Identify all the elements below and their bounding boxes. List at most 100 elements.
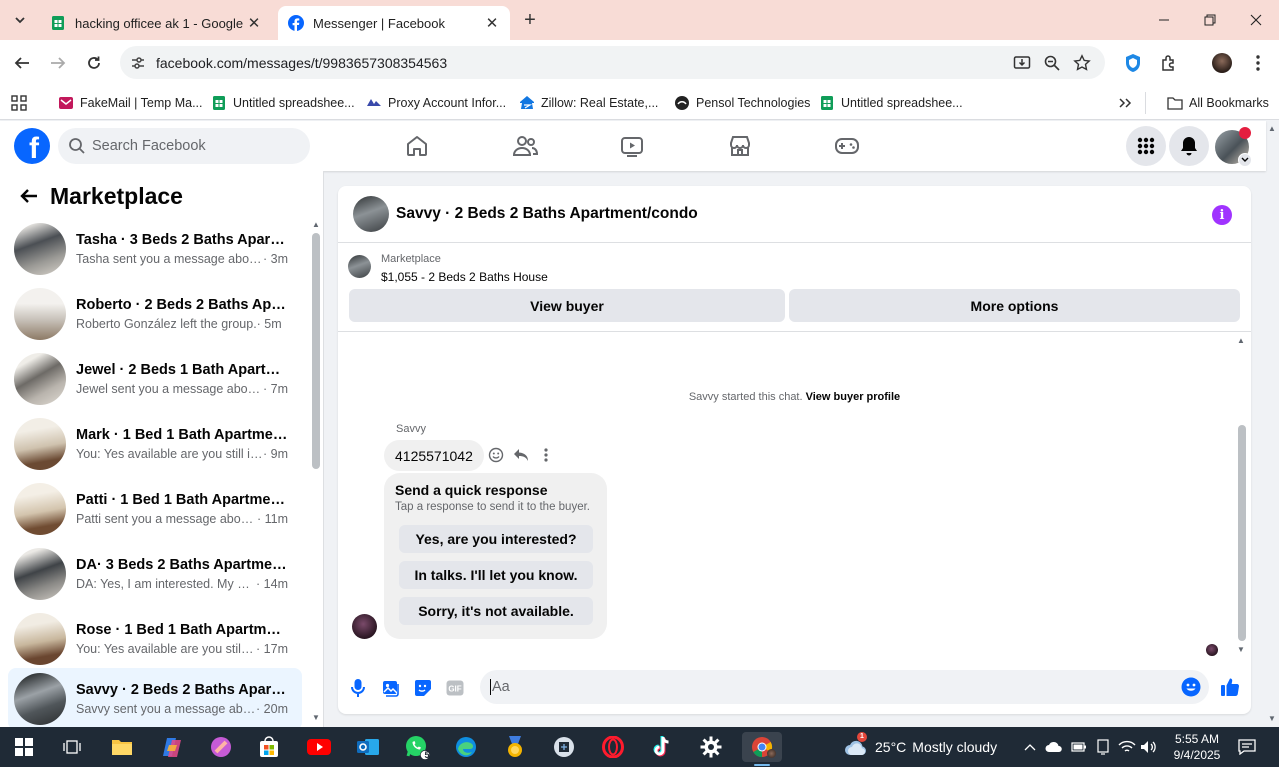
chat-item-patti[interactable]: Patti · 1 Bed 1 Bath Apartment/c... Patt…: [8, 478, 302, 540]
page-scroll-down-arrow[interactable]: ▼: [1268, 714, 1276, 723]
nav-video[interactable]: [608, 129, 656, 163]
message-bubble[interactable]: 4125571042: [384, 440, 484, 471]
bookmark-fakemail[interactable]: FakeMail | Temp Ma...: [58, 92, 203, 114]
browser-menu-icon[interactable]: [1245, 50, 1271, 76]
nav-gaming[interactable]: [823, 129, 871, 163]
chat-item-mark[interactable]: Mark · 1 Bed 1 Bath Apartment/... You: Y…: [8, 413, 302, 475]
volume-icon[interactable]: [1139, 737, 1159, 757]
listing-thumbnail[interactable]: [348, 255, 371, 278]
edge-button[interactable]: [451, 732, 481, 762]
more-icon[interactable]: [537, 446, 555, 464]
react-icon[interactable]: [487, 446, 505, 464]
search-input[interactable]: [92, 138, 292, 154]
address-bar[interactable]: facebook.com/messages/t/9983657308354563: [120, 46, 1105, 79]
chat-item-jewel[interactable]: Jewel · 2 Beds 1 Bath Apartment... Jewel…: [8, 348, 302, 410]
copilot-button[interactable]: [157, 732, 187, 762]
back-button[interactable]: [8, 49, 36, 77]
close-tab-icon[interactable]: ✕: [484, 15, 500, 32]
forward-button[interactable]: [44, 49, 72, 77]
scroll-down-arrow[interactable]: ▼: [1237, 646, 1247, 654]
more-bookmarks-icon[interactable]: [1118, 92, 1132, 114]
clock[interactable]: 5:55 AM 9/4/2025: [1162, 731, 1232, 763]
device-icon[interactable]: [1093, 737, 1113, 757]
like-icon[interactable]: [1219, 676, 1241, 698]
tab-messenger[interactable]: Messenger | Facebook ✕: [278, 6, 510, 40]
vpn-extension-icon[interactable]: [1120, 50, 1146, 76]
photo-icon[interactable]: [380, 677, 402, 699]
nav-marketplace[interactable]: [716, 129, 764, 163]
zoom-icon[interactable]: [1037, 48, 1067, 78]
wifi-icon[interactable]: [1117, 737, 1137, 757]
profile-avatar[interactable]: [1209, 50, 1235, 76]
account-avatar[interactable]: [1215, 127, 1252, 167]
bookmark-spreadsheet-2[interactable]: Untitled spreadshee...: [819, 92, 963, 114]
quick-response-option[interactable]: Sorry, it's not available.: [399, 597, 593, 625]
battery-icon[interactable]: [1069, 737, 1089, 757]
all-bookmarks[interactable]: All Bookmarks: [1145, 92, 1269, 114]
chat-item-savvy[interactable]: Savvy · 2 Beds 2 Baths Apartme... Savvy …: [8, 668, 302, 727]
nav-home[interactable]: [393, 129, 441, 163]
weather-widget[interactable]: 1 25°C Mostly cloudy: [843, 732, 997, 759]
store-button[interactable]: [254, 732, 284, 762]
tiktok-button[interactable]: [647, 732, 677, 762]
app-button-chip[interactable]: [549, 732, 579, 762]
sender-avatar[interactable]: [352, 614, 377, 639]
extensions-icon[interactable]: [1156, 50, 1182, 76]
whatsapp-button[interactable]: 5: [402, 732, 432, 762]
info-icon[interactable]: i: [1212, 205, 1232, 225]
reload-button[interactable]: [80, 49, 108, 77]
tab-google-sheets[interactable]: hacking officee ak 1 - Google Sh ✕: [40, 6, 272, 40]
conversation-title[interactable]: Savvy · 2 Beds 2 Baths Apartment/condo: [396, 205, 698, 223]
tray-expand-icon[interactable]: [1020, 737, 1040, 757]
chat-item-tasha[interactable]: Tasha · 3 Beds 2 Baths Apartme... Tasha …: [8, 218, 302, 280]
chrome-button[interactable]: [742, 732, 782, 766]
restore-button[interactable]: [1187, 0, 1233, 40]
bookmark-star-icon[interactable]: [1067, 48, 1097, 78]
app-button-sketch[interactable]: [206, 732, 236, 762]
chat-item-da[interactable]: DA· 3 Beds 2 Baths Apartment/c... DA: Ye…: [8, 543, 302, 605]
facebook-search[interactable]: [58, 128, 310, 164]
outlook-button[interactable]: [353, 732, 383, 762]
app-button-medal[interactable]: [500, 732, 530, 762]
settings-button[interactable]: [696, 732, 726, 762]
nav-friends[interactable]: [501, 129, 549, 163]
minimize-button[interactable]: [1141, 0, 1187, 40]
more-options-button[interactable]: More options: [789, 289, 1240, 322]
reply-icon[interactable]: [512, 446, 530, 464]
quick-response-option[interactable]: Yes, are you interested?: [399, 525, 593, 553]
bookmark-spreadsheet-1[interactable]: Untitled spreadshee...: [211, 92, 355, 114]
menu-button[interactable]: [1126, 126, 1166, 166]
scroll-up-arrow[interactable]: ▲: [1237, 337, 1247, 345]
microphone-icon[interactable]: [347, 677, 369, 699]
scroll-up-arrow[interactable]: ▲: [312, 221, 322, 229]
install-app-icon[interactable]: [1007, 48, 1037, 78]
bookmark-pensol[interactable]: Pensol Technologies: [674, 92, 810, 114]
chat-item-rose[interactable]: Rose · 1 Bed 1 Bath Apartment/c... You: …: [8, 608, 302, 670]
youtube-button[interactable]: [304, 732, 334, 762]
task-view-button[interactable]: [57, 732, 87, 762]
start-button[interactable]: [9, 732, 39, 762]
bookmark-proxy[interactable]: Proxy Account Infor...: [366, 92, 506, 114]
new-tab-button[interactable]: +: [518, 8, 542, 32]
opera-button[interactable]: [598, 732, 628, 762]
scroll-down-arrow[interactable]: ▼: [312, 714, 322, 722]
apps-icon[interactable]: [11, 92, 27, 114]
sticker-icon[interactable]: [412, 677, 434, 699]
emoji-icon[interactable]: [1180, 676, 1202, 698]
tab-search-button[interactable]: [6, 6, 34, 34]
message-input[interactable]: [490, 679, 1150, 695]
notifications-button[interactable]: [1169, 126, 1209, 166]
page-scroll-up-arrow[interactable]: ▲: [1268, 124, 1276, 133]
notification-center-icon[interactable]: [1237, 737, 1257, 757]
listing-avatar[interactable]: [353, 196, 389, 232]
message-scrollbar[interactable]: [1238, 425, 1246, 641]
site-settings-icon[interactable]: [128, 53, 148, 73]
chat-item-roberto[interactable]: Roberto · 2 Beds 2 Baths Apart... Robert…: [8, 283, 302, 345]
onedrive-icon[interactable]: [1044, 737, 1064, 757]
file-explorer-button[interactable]: [107, 732, 137, 762]
view-buyer-button[interactable]: View buyer: [349, 289, 785, 322]
close-window-button[interactable]: [1233, 0, 1279, 40]
gif-icon[interactable]: GIF: [444, 677, 466, 699]
chat-list-scrollbar[interactable]: [312, 233, 320, 469]
close-tab-icon[interactable]: ✕: [246, 15, 262, 32]
